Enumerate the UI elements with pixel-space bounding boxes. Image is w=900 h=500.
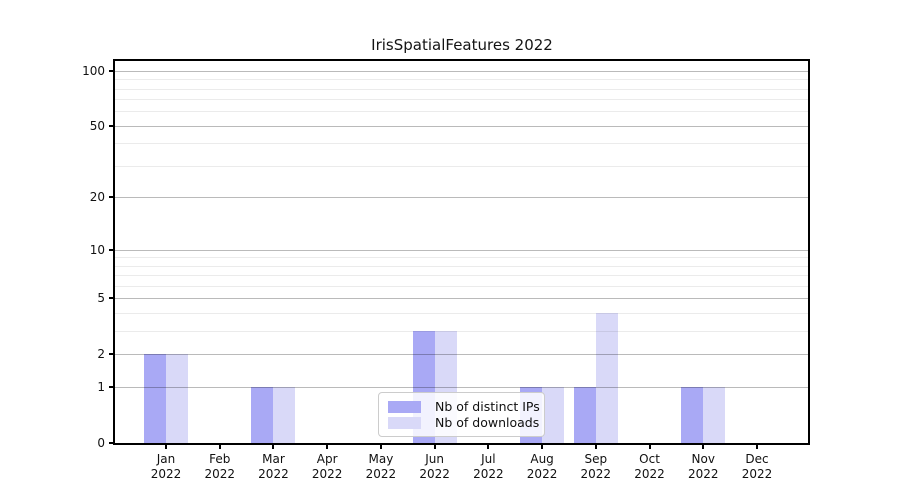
- y-tick: [109, 353, 113, 355]
- bar-downloads: [273, 387, 295, 443]
- x-tick-label: Jan 2022: [136, 452, 196, 482]
- gridline-major: [115, 298, 808, 299]
- gridline-minor: [115, 266, 808, 267]
- y-tick-label: 2: [45, 347, 105, 361]
- x-tick: [756, 445, 758, 449]
- x-tick-label: Aug 2022: [512, 452, 572, 482]
- gridline-major: [115, 126, 808, 127]
- y-tick-label: 50: [45, 119, 105, 133]
- legend: Nb of distinct IPs Nb of downloads: [378, 392, 545, 437]
- gridline-minor: [115, 111, 808, 112]
- gridline-minor: [115, 275, 808, 276]
- gridline-minor: [115, 331, 808, 332]
- x-tick: [541, 445, 543, 449]
- x-tick-label: Dec 2022: [727, 452, 787, 482]
- y-tick-label: 10: [45, 243, 105, 257]
- gridline-minor: [115, 166, 808, 167]
- bar-downloads: [166, 354, 188, 443]
- gridline-major: [115, 71, 808, 72]
- chart-title: IrisSpatialFeatures 2022: [371, 36, 553, 54]
- x-tick-label: Mar 2022: [243, 452, 303, 482]
- legend-swatch-downloads: [388, 417, 421, 429]
- x-tick: [595, 445, 597, 449]
- gridline-minor: [115, 99, 808, 100]
- legend-label-downloads: Nb of downloads: [435, 415, 539, 430]
- bar-distinct-ips: [144, 354, 166, 443]
- gridline-minor: [115, 143, 808, 144]
- y-tick-label: 100: [45, 64, 105, 78]
- bar-distinct-ips: [681, 387, 703, 443]
- y-tick: [109, 196, 113, 198]
- chart-figure: IrisSpatialFeatures 2022 Nb of distinct …: [0, 0, 900, 500]
- legend-swatch-distinct-ips: [388, 401, 421, 413]
- x-tick: [702, 445, 704, 449]
- plot-area: Nb of distinct IPs Nb of downloads: [113, 59, 810, 445]
- x-tick-label: Nov 2022: [673, 452, 733, 482]
- x-tick-label: Jul 2022: [458, 452, 518, 482]
- x-tick: [326, 445, 328, 449]
- bar-distinct-ips: [251, 387, 273, 443]
- y-tick: [109, 249, 113, 251]
- x-tick-label: Apr 2022: [297, 452, 357, 482]
- x-tick: [219, 445, 221, 449]
- x-tick-label: Oct 2022: [620, 452, 680, 482]
- bar-distinct-ips: [574, 387, 596, 443]
- y-tick: [109, 442, 113, 444]
- gridline-major: [115, 197, 808, 198]
- gridline-minor: [115, 313, 808, 314]
- x-tick-label: Sep 2022: [566, 452, 626, 482]
- legend-item-distinct-ips: Nb of distinct IPs: [388, 399, 535, 414]
- x-tick-label: May 2022: [351, 452, 411, 482]
- x-tick-label: Feb 2022: [190, 452, 250, 482]
- gridline-minor: [115, 79, 808, 80]
- y-tick-label: 20: [45, 190, 105, 204]
- x-tick: [434, 445, 436, 449]
- legend-item-downloads: Nb of downloads: [388, 415, 535, 430]
- x-tick: [165, 445, 167, 449]
- x-tick: [649, 445, 651, 449]
- y-tick-label: 0: [45, 436, 105, 450]
- y-tick-label: 1: [45, 380, 105, 394]
- gridline-major: [115, 250, 808, 251]
- y-tick: [109, 297, 113, 299]
- x-tick-label: Jun 2022: [405, 452, 465, 482]
- y-tick: [109, 70, 113, 72]
- gridline-minor: [115, 257, 808, 258]
- gridline-minor: [115, 89, 808, 90]
- x-tick: [487, 445, 489, 449]
- gridline-minor: [115, 286, 808, 287]
- bar-downloads: [703, 387, 725, 443]
- y-tick: [109, 125, 113, 127]
- legend-label-distinct-ips: Nb of distinct IPs: [435, 399, 540, 414]
- bar-downloads: [596, 313, 618, 443]
- plot-inner: [115, 61, 808, 443]
- gridline-major: [115, 354, 808, 355]
- gridline-major: [115, 387, 808, 388]
- x-tick: [380, 445, 382, 449]
- x-tick: [272, 445, 274, 449]
- y-tick-label: 5: [45, 291, 105, 305]
- y-tick: [109, 386, 113, 388]
- bar-downloads: [542, 387, 564, 443]
